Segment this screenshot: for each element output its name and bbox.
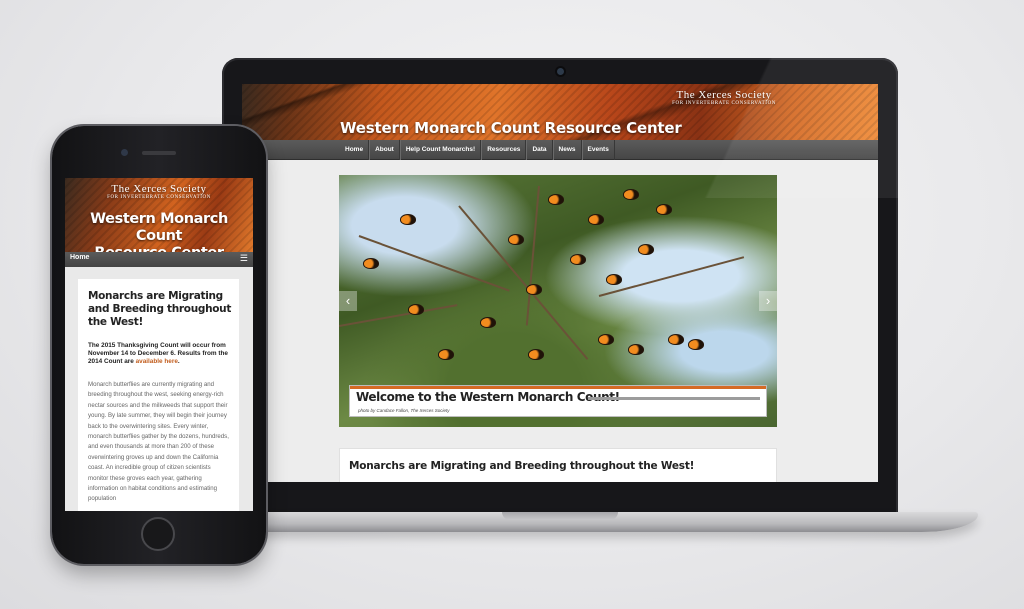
mobile-article-title: Monarchs are Migrating and Breeding thro…: [88, 290, 232, 328]
site-header-banner: The Xerces Society For Invertebrate Cons…: [242, 84, 878, 140]
phone-screen: The Xerces Society For Invertebrate Cons…: [65, 178, 253, 511]
slider-caption-title: Welcome to the Western Monarch Count!: [356, 390, 620, 404]
nav-item-resources[interactable]: Resources: [481, 140, 527, 160]
site-title[interactable]: Western Monarch Count Resource Center: [340, 119, 682, 137]
results-link[interactable]: available here: [136, 358, 178, 365]
nav-item-help-count[interactable]: Help Count Monarchs!: [399, 140, 482, 160]
laptop-screen: The Xerces Society For Invertebrate Cons…: [242, 84, 878, 482]
mobile-xerces-logo[interactable]: The Xerces Society For Invertebrate Cons…: [65, 183, 253, 200]
nav-item-about[interactable]: About: [369, 140, 400, 160]
xerces-logo[interactable]: The Xerces Society For Invertebrate Cons…: [672, 89, 776, 106]
laptop-camera: [557, 68, 564, 75]
nav-item-data[interactable]: Data: [526, 140, 553, 160]
hamburger-menu-icon[interactable]: ☰: [240, 253, 248, 264]
mobile-article-body: Monarch butterflies are currently migrat…: [88, 381, 229, 503]
mobile-nav: Home ☰: [65, 252, 253, 267]
phone-home-button[interactable]: [141, 517, 175, 551]
site-nav: Home About Help Count Monarchs! Resource…: [242, 140, 878, 160]
slider-prev-button[interactable]: ‹: [339, 291, 357, 311]
hero-slider: ‹ › Welcome to the Western Monarch Count…: [339, 175, 777, 427]
article-box: Monarchs are Migrating and Breeding thro…: [339, 448, 777, 482]
mobile-nav-home[interactable]: Home: [70, 254, 89, 261]
nav-item-events[interactable]: Events: [581, 140, 615, 160]
nav-item-home[interactable]: Home: [340, 140, 370, 160]
slider-caption: Welcome to the Western Monarch Count! ph…: [349, 385, 767, 417]
nav-item-news[interactable]: News: [552, 140, 582, 160]
phone-camera: [121, 149, 128, 156]
phone-speaker: [142, 151, 176, 155]
article-title: Monarchs are Migrating and Breeding thro…: [349, 460, 695, 472]
laptop-notch: [502, 512, 618, 520]
mobile-header-banner: The Xerces Society For Invertebrate Cons…: [65, 178, 253, 261]
slider-next-button[interactable]: ›: [759, 291, 777, 311]
mobile-article-card: Monarchs are Migrating and Breeding thro…: [78, 279, 239, 511]
slider-caption-credit: photo by Candace Fallon, The Xerces Soci…: [358, 408, 450, 413]
mobile-count-notice: The 2015 Thanksgiving Count will occur f…: [88, 342, 228, 365]
